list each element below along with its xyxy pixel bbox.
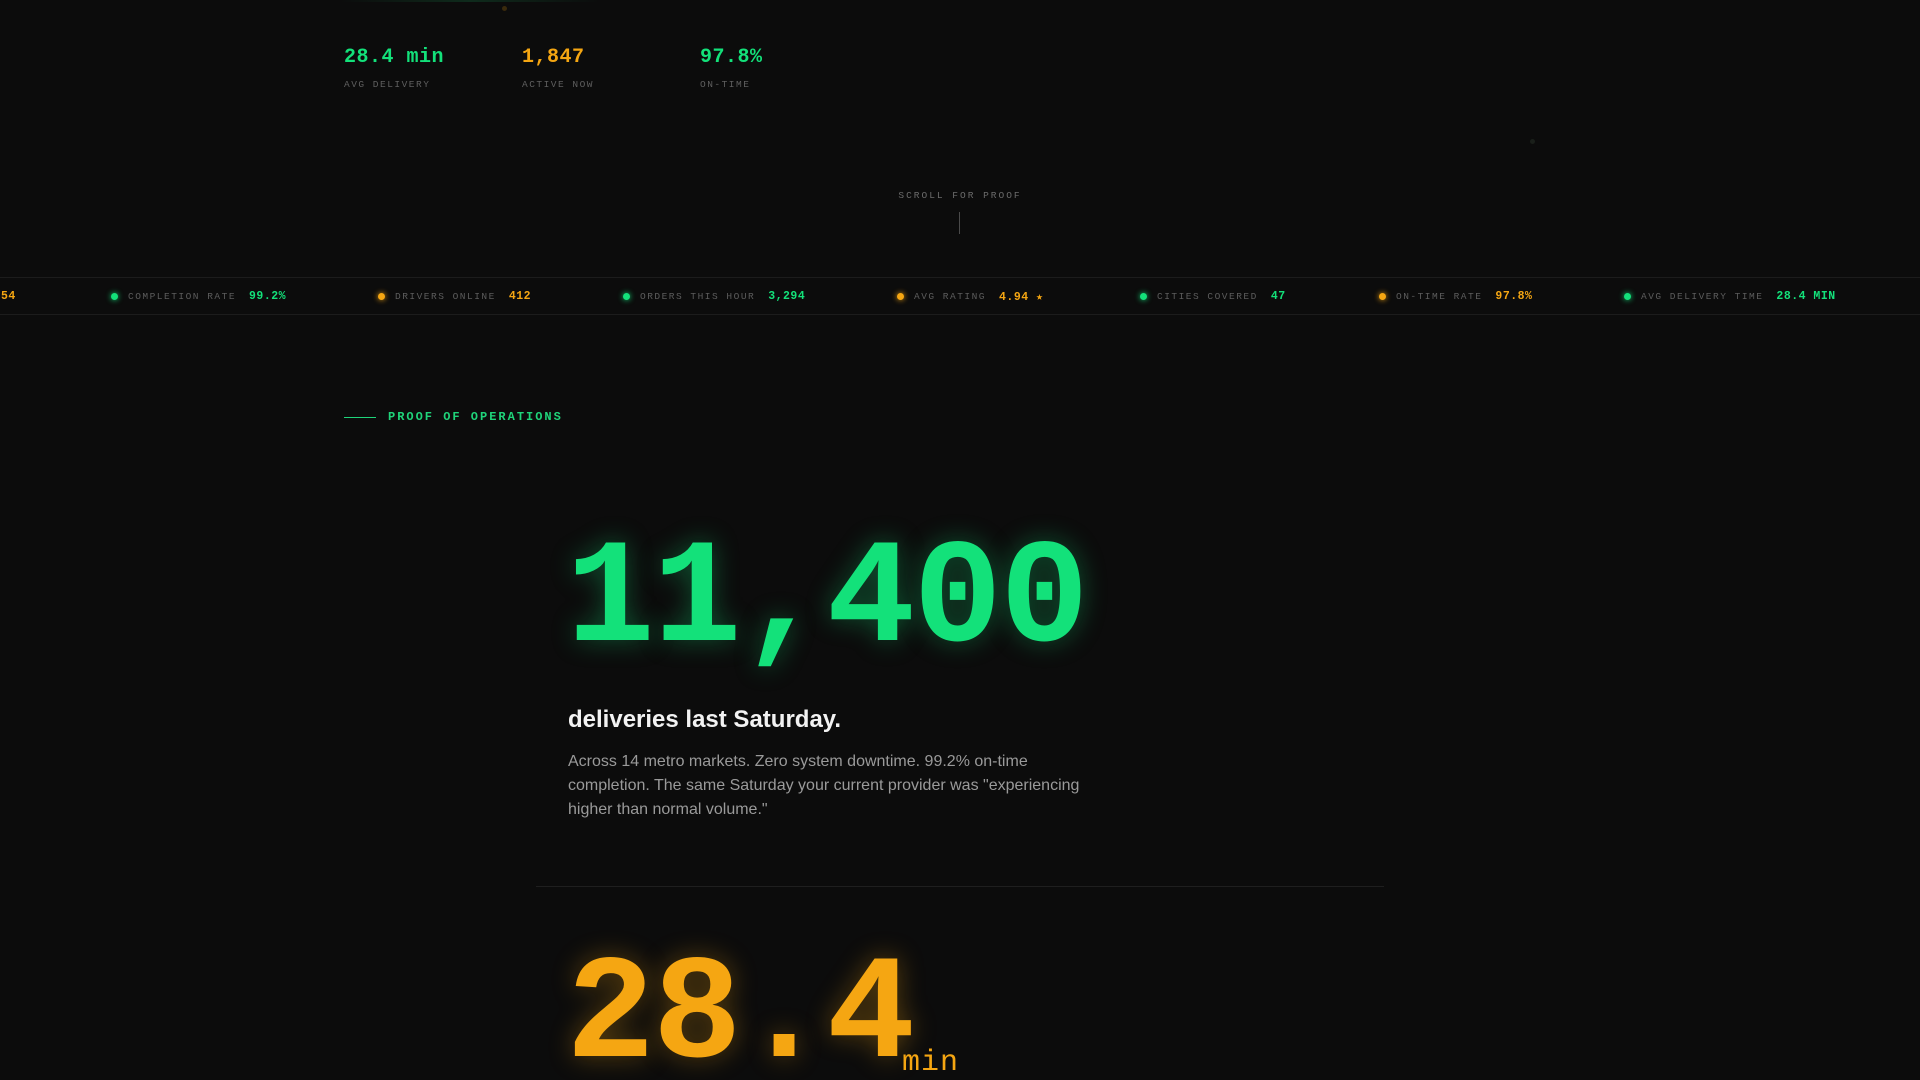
decorative-dot	[502, 6, 507, 11]
stat-on-time: 97.8% ON-TIME	[700, 46, 878, 90]
page: 28.4 min AVG DELIVERY 1,847 ACTIVE NOW 9…	[0, 0, 1920, 1080]
stat-value: 1,847	[522, 46, 585, 69]
scroll-hint[interactable]: SCROLL FOR PROOF	[0, 190, 1920, 201]
stat-label: ON-TIME	[700, 79, 751, 90]
ticker-value: 47	[1270, 289, 1286, 303]
ticker-value: 54	[1, 289, 16, 303]
stat-label: AVG DELIVERY	[344, 79, 431, 90]
section-divider	[536, 886, 1384, 887]
ticker-value: 412	[508, 289, 532, 303]
deliveries-description: Across 14 metro markets. Zero system dow…	[568, 753, 1080, 818]
avg-delivery-time-unit: min	[902, 1046, 960, 1080]
ticker-value: 99.2%	[249, 289, 287, 303]
status-dot-icon	[623, 292, 630, 300]
stat-active-now: 1,847 ACTIVE NOW	[522, 46, 700, 90]
ticker-item-avg-rating: AVG RATING 4.94 ★	[897, 278, 1043, 314]
section-label-line	[344, 416, 376, 418]
ticker-value: 3,294	[768, 289, 806, 303]
ticker-item-cities-covered: CITIES COVERED 47	[1140, 278, 1286, 314]
ticker-label: COMPLETION RATE	[128, 290, 237, 302]
avg-delivery-time-value: 28.4	[566, 934, 915, 1080]
decorative-dot	[1530, 139, 1535, 144]
stat-avg-delivery: 28.4 min AVG DELIVERY	[344, 46, 522, 90]
stat-value: 97.8%	[700, 46, 763, 69]
ticker-item-avg-delivery-time: AVG DELIVERY TIME 28.4 MIN	[1624, 278, 1836, 314]
ticker-item-drivers-online: DRIVERS ONLINE 412	[378, 278, 531, 314]
status-dot-icon	[111, 292, 118, 300]
ticker-label: ON-TIME RATE	[1396, 290, 1483, 302]
status-dot-icon	[897, 292, 904, 300]
status-dot-icon	[378, 292, 385, 300]
ticker-value: 4.94 ★	[999, 290, 1044, 304]
deliveries-count: 11,400	[566, 518, 1089, 685]
status-dot-icon	[1379, 292, 1386, 300]
ticker-item-on-time-rate: ON-TIME RATE 97.8%	[1379, 278, 1532, 314]
stat-label: ACTIVE NOW	[522, 79, 595, 90]
scroll-indicator-line	[959, 212, 960, 234]
ticker-label: AVG DELIVERY TIME	[1641, 290, 1764, 302]
ticker-item-completion-rate: COMPLETION RATE 99.2%	[111, 278, 286, 314]
ticker-item-partial: 54	[1, 278, 16, 314]
ticker-item-orders-this-hour: ORDERS THIS HOUR 3,294	[623, 278, 805, 314]
stat-value: 28.4 min	[344, 46, 445, 69]
ticker-label: ORDERS THIS HOUR	[640, 290, 756, 302]
hero-stats: 28.4 min AVG DELIVERY 1,847 ACTIVE NOW 9…	[344, 46, 878, 90]
status-dot-icon	[1140, 292, 1147, 300]
top-glow-line	[340, 0, 600, 2]
ticker-label: AVG RATING	[914, 290, 987, 302]
status-dot-icon	[1624, 292, 1631, 300]
deliveries-headline: deliveries last Saturday.	[568, 706, 842, 733]
section-label: PROOF OF OPERATIONS	[344, 410, 563, 424]
ticker-value: 97.8%	[1495, 289, 1533, 303]
stats-ticker: 54 COMPLETION RATE 99.2% DRIVERS ONLINE …	[0, 277, 1920, 315]
ticker-label: DRIVERS ONLINE	[395, 290, 496, 302]
section-label-text: PROOF OF OPERATIONS	[388, 410, 563, 424]
ticker-label: CITIES COVERED	[1157, 290, 1258, 302]
ticker-value: 28.4 MIN	[1776, 289, 1836, 303]
